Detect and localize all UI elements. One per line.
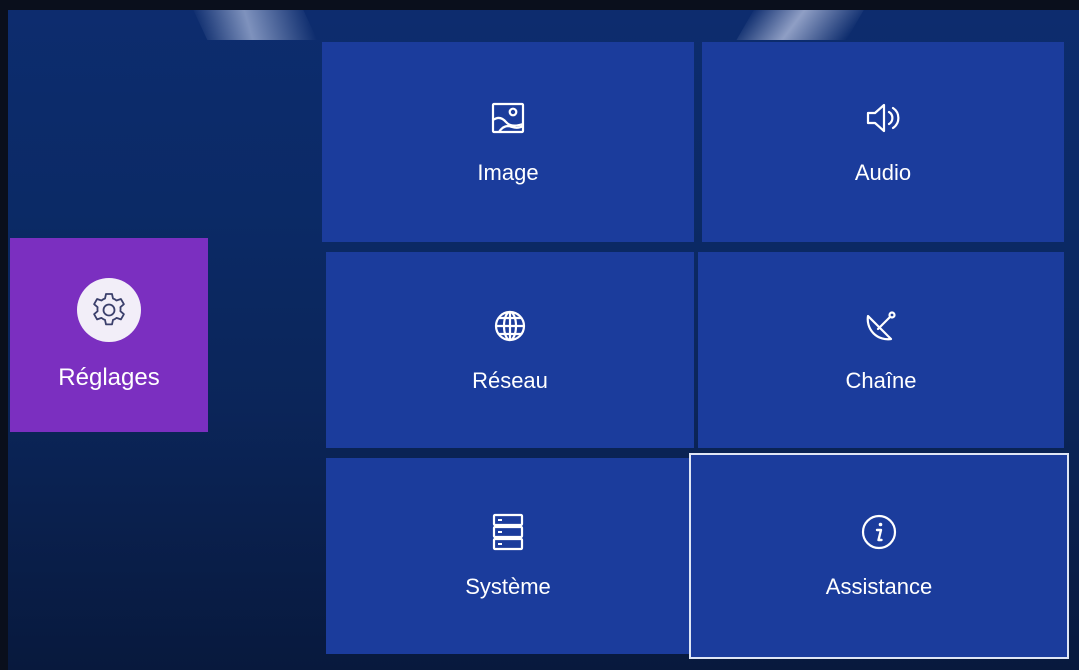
globe-icon	[490, 306, 530, 346]
gear-icon-circle	[77, 278, 141, 342]
tile-chaine[interactable]: Chaîne	[698, 252, 1064, 448]
tile-image[interactable]: Image	[322, 42, 694, 242]
screen-glare	[736, 10, 870, 40]
tile-systeme[interactable]: Système	[326, 458, 690, 654]
tile-label: Chaîne	[845, 368, 917, 393]
speaker-icon	[863, 98, 903, 138]
satellite-dish-icon	[861, 306, 901, 346]
sidebar-item-reglages[interactable]: Réglages	[10, 238, 208, 432]
picture-icon	[488, 98, 528, 138]
tile-label: Image	[477, 160, 539, 185]
tile-label: Assistance	[825, 574, 933, 599]
tv-screen: Réglages Image Audio Réseau Chaîne Systè…	[8, 10, 1079, 670]
tile-label: Audio	[854, 160, 912, 185]
info-icon	[859, 512, 899, 552]
tile-label: Système	[465, 574, 551, 599]
tile-audio[interactable]: Audio	[702, 42, 1064, 242]
screen-glare	[188, 10, 318, 40]
sidebar-item-label: Réglages	[58, 364, 160, 391]
tile-label: Réseau	[472, 368, 548, 393]
tile-reseau[interactable]: Réseau	[326, 252, 694, 448]
gear-icon	[93, 293, 125, 326]
server-icon	[488, 512, 528, 552]
tile-assistance[interactable]: Assistance	[689, 453, 1069, 659]
